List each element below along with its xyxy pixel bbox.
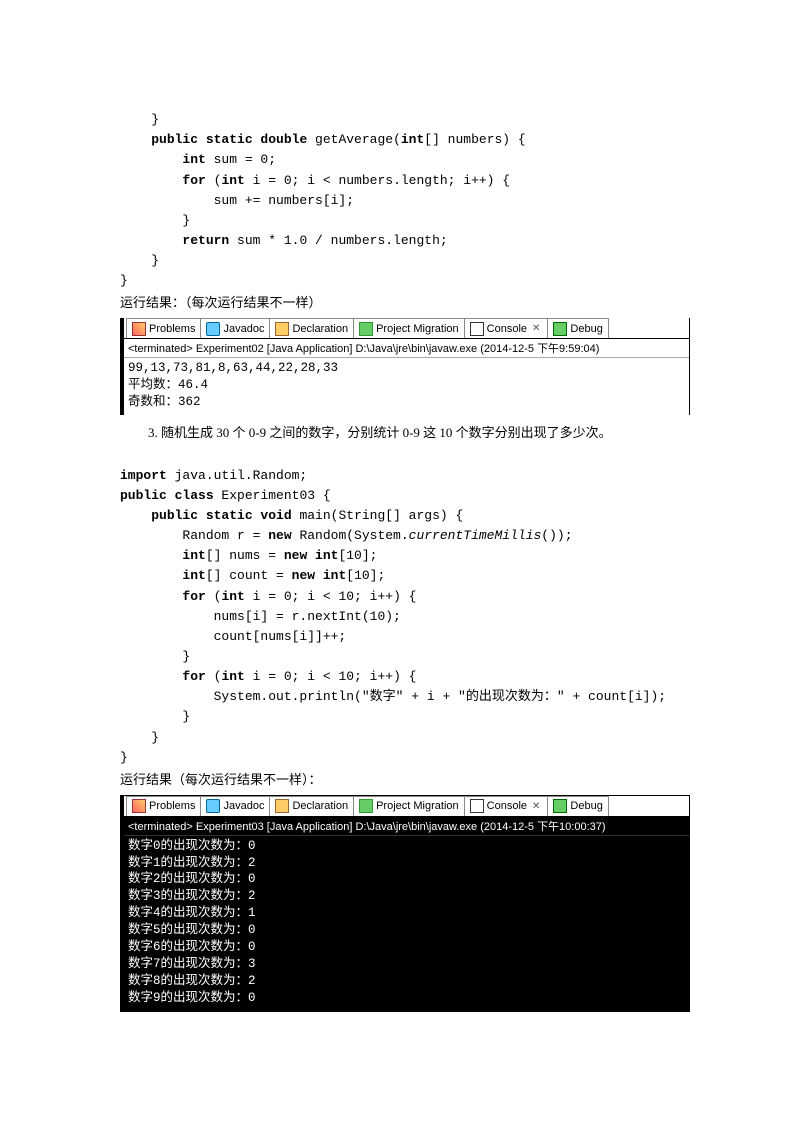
code-line: } xyxy=(120,273,128,288)
console-output: 99,13,73,81,8,63,44,22,28,33 平均数：46.4 奇数… xyxy=(124,358,689,415)
console-icon xyxy=(470,799,484,813)
javadoc-icon xyxy=(206,322,220,336)
code-line: } xyxy=(120,213,190,228)
code-line: public class Experiment03 { xyxy=(120,488,331,503)
code-block-1: } public static double getAverage(int[] … xyxy=(120,90,690,291)
code-line: return sum * 1.0 / numbers.length; xyxy=(120,233,448,248)
problem-3-description: 3. 随机生成 30 个 0-9 之间的数字，分别统计 0-9 这 10 个数字… xyxy=(120,423,690,444)
debug-icon xyxy=(553,322,567,336)
terminated-line: <terminated> Experiment03 [Java Applicat… xyxy=(124,817,689,836)
tab-label: Project Migration xyxy=(376,323,459,335)
tab-console[interactable]: Console✕ xyxy=(465,796,549,816)
tab-label: Console xyxy=(487,323,527,335)
problems-icon xyxy=(132,322,146,336)
javadoc-icon xyxy=(206,799,220,813)
tab-label: Problems xyxy=(149,800,195,812)
problems-icon xyxy=(132,799,146,813)
code-line: for (int i = 0; i < 10; i++) { xyxy=(120,589,416,604)
code-line: import java.util.Random; xyxy=(120,468,307,483)
console-icon xyxy=(470,322,484,336)
tab-label: Debug xyxy=(570,323,602,335)
code-line: } xyxy=(120,649,190,664)
code-line: for (int i = 0; i < numbers.length; i++)… xyxy=(120,173,510,188)
tab-console[interactable]: Console✕ xyxy=(465,318,549,338)
document-page: } public static double getAverage(int[] … xyxy=(0,0,800,1060)
code-line: Random r = new Random(System.currentTime… xyxy=(120,528,573,543)
terminated-line: <terminated> Experiment02 [Java Applicat… xyxy=(124,339,689,358)
console-panel-1: Problems Javadoc Declaration Project Mig… xyxy=(120,318,690,415)
tab-debug[interactable]: Debug xyxy=(548,318,608,338)
tab-label: Declaration xyxy=(292,800,348,812)
tab-declaration[interactable]: Declaration xyxy=(270,796,354,816)
tab-project-migration[interactable]: Project Migration xyxy=(354,796,465,816)
tab-problems[interactable]: Problems xyxy=(126,796,201,816)
tab-javadoc[interactable]: Javadoc xyxy=(201,796,270,816)
eclipse-tabs: Problems Javadoc Declaration Project Mig… xyxy=(124,318,689,339)
tab-label: Problems xyxy=(149,323,195,335)
code-line: public static double getAverage(int[] nu… xyxy=(120,132,526,147)
code-line: int[] count = new int[10]; xyxy=(120,568,385,583)
result-caption-2: 运行结果（每次运行结果不一样）： xyxy=(120,770,690,791)
console-panel-2: Problems Javadoc Declaration Project Mig… xyxy=(120,795,690,1013)
code-line: int[] nums = new int[10]; xyxy=(120,548,377,563)
tab-project-migration[interactable]: Project Migration xyxy=(354,318,465,338)
code-line: } xyxy=(120,730,159,745)
code-line: } xyxy=(120,750,128,765)
code-line: int sum = 0; xyxy=(120,152,276,167)
tab-label: Javadoc xyxy=(223,323,264,335)
tab-problems[interactable]: Problems xyxy=(126,318,201,338)
tab-label: Javadoc xyxy=(223,800,264,812)
code-line: } xyxy=(120,709,190,724)
code-line: } xyxy=(120,253,159,268)
declaration-icon xyxy=(275,322,289,336)
project-icon xyxy=(359,322,373,336)
close-icon[interactable]: ✕ xyxy=(530,801,542,812)
tab-label: Project Migration xyxy=(376,800,459,812)
code-block-2: import java.util.Random; public class Ex… xyxy=(120,446,690,768)
project-icon xyxy=(359,799,373,813)
close-icon[interactable]: ✕ xyxy=(530,323,542,334)
code-line: sum += numbers[i]; xyxy=(120,193,354,208)
tab-javadoc[interactable]: Javadoc xyxy=(201,318,270,338)
debug-icon xyxy=(553,799,567,813)
tab-label: Debug xyxy=(570,800,602,812)
code-line: System.out.println("数字" + i + "的出现次数为：" … xyxy=(120,689,666,704)
tab-label: Declaration xyxy=(292,323,348,335)
code-line: } xyxy=(120,112,159,127)
tab-declaration[interactable]: Declaration xyxy=(270,318,354,338)
console-output: 数字0的出现次数为：0 数字1的出现次数为：2 数字2的出现次数为：0 数字3的… xyxy=(124,836,689,1011)
code-line: public static void main(String[] args) { xyxy=(120,508,463,523)
tab-debug[interactable]: Debug xyxy=(548,796,608,816)
code-line: nums[i] = r.nextInt(10); xyxy=(120,609,401,624)
eclipse-tabs: Problems Javadoc Declaration Project Mig… xyxy=(124,796,689,817)
result-caption-1: 运行结果：（每次运行结果不一样） xyxy=(120,293,690,314)
code-line: for (int i = 0; i < 10; i++) { xyxy=(120,669,416,684)
declaration-icon xyxy=(275,799,289,813)
tab-label: Console xyxy=(487,800,527,812)
code-line: count[nums[i]]++; xyxy=(120,629,346,644)
